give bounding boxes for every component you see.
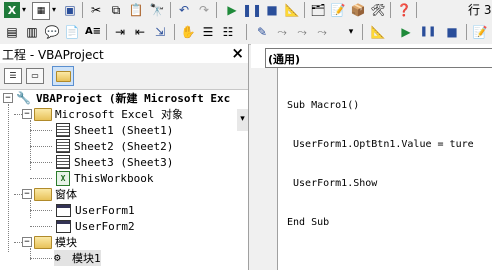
panel-title-bar: 工程 - VBAProject × bbox=[0, 44, 248, 63]
panel-title: 工程 - VBAProject bbox=[2, 48, 104, 62]
uncomment-block-icon[interactable]: ☷ bbox=[220, 24, 236, 40]
folder-icon bbox=[55, 70, 71, 82]
tree-item-vbaproject[interactable]: 🔧 VBAProject (新建 Microsoft Exc bbox=[16, 90, 230, 106]
list-properties-icon[interactable]: ▤ bbox=[4, 24, 20, 40]
toggle-folders-button[interactable] bbox=[52, 66, 74, 86]
tree-item-thisworkbook[interactable]: X ThisWorkbook bbox=[56, 170, 153, 186]
insert-userform-icon[interactable]: ▦ bbox=[32, 2, 50, 20]
tree-item-sheet2[interactable]: Sheet2 (Sheet2) bbox=[56, 138, 173, 154]
tree-item-modules[interactable]: 模块 bbox=[34, 234, 77, 250]
clear-bookmarks-icon[interactable]: ⤳ bbox=[314, 24, 330, 40]
tree-item-userform1[interactable]: UserForm1 bbox=[56, 202, 135, 218]
tree-item-label: Microsoft Excel 对象 bbox=[55, 108, 183, 121]
find-icon[interactable]: 🔭 bbox=[148, 2, 166, 18]
tree-item-excel-objects[interactable]: Microsoft Excel 对象 bbox=[34, 106, 183, 122]
collapse-toggle[interactable]: − bbox=[3, 93, 13, 103]
collapse-toggle[interactable]: − bbox=[22, 109, 32, 119]
dropdown-arrow-icon[interactable]: ▾ bbox=[50, 4, 58, 16]
object-dropdown[interactable]: (通用) bbox=[265, 48, 492, 68]
paste-icon[interactable]: 📋 bbox=[128, 2, 144, 18]
tree-item-module1[interactable]: ⚙ 模块1 bbox=[54, 250, 101, 266]
standard-toolbar: X ▾ ▦ ▾ ▣ ✂ ⧉ 📋 🔭 ↶ ↷ ▶ ❚❚ ■ 📐 🗂 📝 📦 🛠 ❓… bbox=[0, 0, 492, 21]
vba-project-icon: 🔧 bbox=[16, 91, 31, 105]
code-margin-indicator-bar[interactable] bbox=[251, 68, 278, 270]
tree-item-label: ThisWorkbook bbox=[74, 171, 154, 185]
cursor-position-label: 行 3 bbox=[468, 3, 492, 17]
folder-icon bbox=[34, 235, 52, 249]
project-tree: − 🔧 VBAProject (新建 Microsoft Exc − Micro… bbox=[0, 90, 248, 270]
help-icon[interactable]: ❓ bbox=[396, 2, 412, 18]
folder-icon bbox=[34, 107, 52, 121]
worksheet-icon bbox=[56, 155, 70, 169]
tree-item-sheet3[interactable]: Sheet3 (Sheet3) bbox=[56, 154, 173, 170]
previous-bookmark-icon[interactable]: ⤳ bbox=[294, 24, 310, 40]
break-icon[interactable]: ❚❚ bbox=[420, 24, 437, 40]
toggle-bookmark-icon[interactable]: ⇲ bbox=[152, 24, 168, 40]
collapse-toggle[interactable]: − bbox=[22, 237, 32, 247]
redo-icon[interactable]: ↷ bbox=[196, 2, 212, 18]
toolbar-overflow-icon[interactable]: ▾ bbox=[346, 24, 356, 40]
next-bookmark-icon[interactable]: ⤳ bbox=[274, 24, 290, 40]
indent-icon[interactable]: ⇥ bbox=[112, 24, 128, 40]
parameter-info-icon[interactable]: 📄 bbox=[64, 24, 80, 40]
tree-item-label: Sheet3 (Sheet3) bbox=[74, 155, 174, 169]
worksheet-icon bbox=[56, 123, 70, 137]
dropdown-arrow-icon[interactable]: ▾ bbox=[20, 4, 28, 16]
comment-block-icon[interactable]: ☰ bbox=[200, 24, 216, 40]
code-line: Sub Macro1() bbox=[287, 100, 360, 111]
break-icon[interactable]: ❚❚ bbox=[242, 2, 262, 18]
object-dropdown-value: (通用) bbox=[268, 53, 301, 66]
object-browser-icon[interactable]: 📦 bbox=[350, 2, 366, 18]
outdent-icon[interactable]: ⇤ bbox=[132, 24, 148, 40]
undo-icon[interactable]: ↶ bbox=[176, 2, 192, 18]
copy-icon[interactable]: ⧉ bbox=[108, 2, 124, 18]
save-icon[interactable]: ▣ bbox=[62, 2, 78, 18]
folder-icon bbox=[34, 187, 52, 201]
cut-icon[interactable]: ✂ bbox=[88, 2, 104, 18]
code-line: UserForm1.Show bbox=[287, 178, 378, 189]
edit-toolbar: ▤ ▥ 💬 📄 A≡ ⇥ ⇤ ⇲ ✋ ☰ ☷ ✎ ⤳ ⤳ ⤳ ▾ 📐 ▶ ❚❚ … bbox=[0, 20, 492, 45]
reset-icon[interactable]: ■ bbox=[264, 2, 280, 18]
run-icon[interactable]: ▶ bbox=[398, 24, 414, 40]
tree-item-label: UserForm2 bbox=[75, 219, 135, 233]
workbook-icon: X bbox=[56, 170, 70, 186]
tree-item-forms[interactable]: 窗体 bbox=[34, 186, 77, 202]
tree-item-label: 模块1 bbox=[72, 252, 101, 265]
list-constants-icon[interactable]: ▥ bbox=[24, 24, 40, 40]
design-mode-icon[interactable]: 📐 bbox=[284, 2, 300, 18]
tree-item-label: UserForm1 bbox=[75, 203, 135, 217]
tree-item-label: 模块 bbox=[55, 236, 77, 249]
properties-icon[interactable]: 📝 bbox=[330, 2, 346, 18]
tree-item-sheet1[interactable]: Sheet1 (Sheet1) bbox=[56, 122, 173, 138]
toolbox-icon[interactable]: 🛠 bbox=[370, 2, 386, 18]
reset-icon[interactable]: ■ bbox=[444, 24, 460, 40]
tree-item-label: VBAProject (新建 Microsoft Exc bbox=[36, 92, 231, 105]
design-mode-icon[interactable]: 📐 bbox=[370, 24, 386, 40]
view-object-button[interactable]: ▭ bbox=[26, 68, 44, 84]
tree-item-label: Sheet2 (Sheet2) bbox=[74, 139, 174, 153]
code-line: UserForm1.OptBtn1.Value = ture bbox=[287, 139, 474, 150]
tree-item-label: Sheet1 (Sheet1) bbox=[74, 123, 174, 137]
project-explorer-icon[interactable]: 🗂 bbox=[310, 2, 326, 18]
module-icon: ⚙ bbox=[54, 251, 61, 264]
toggle-bookmark-icon[interactable]: ✎ bbox=[254, 24, 270, 40]
complete-word-icon[interactable]: A≡ bbox=[84, 24, 102, 40]
run-icon[interactable]: ▶ bbox=[224, 2, 240, 18]
close-icon[interactable]: × bbox=[231, 44, 244, 62]
userform-icon bbox=[56, 219, 71, 233]
worksheet-icon bbox=[56, 139, 70, 153]
code-editor[interactable]: Sub Macro1() UserForm1.OptBtn1.Value = t… bbox=[287, 73, 474, 242]
toggle-breakpoint-icon[interactable]: ✋ bbox=[180, 24, 196, 40]
collapse-toggle[interactable]: − bbox=[22, 189, 32, 199]
project-explorer-panel: 工程 - VBAProject × ☰ ▭ ▾ − 🔧 VBAProject (… bbox=[0, 44, 249, 270]
properties-icon[interactable]: 📝 bbox=[472, 24, 488, 40]
tree-item-label: 窗体 bbox=[55, 188, 77, 201]
view-code-button[interactable]: ☰ bbox=[4, 68, 22, 84]
excel-icon[interactable]: X bbox=[4, 2, 20, 18]
panel-toolbar: ☰ ▭ bbox=[0, 63, 248, 90]
quick-info-icon[interactable]: 💬 bbox=[44, 24, 60, 40]
userform-icon bbox=[56, 203, 71, 217]
tree-item-userform2[interactable]: UserForm2 bbox=[56, 218, 135, 234]
code-line: End Sub bbox=[287, 217, 330, 228]
